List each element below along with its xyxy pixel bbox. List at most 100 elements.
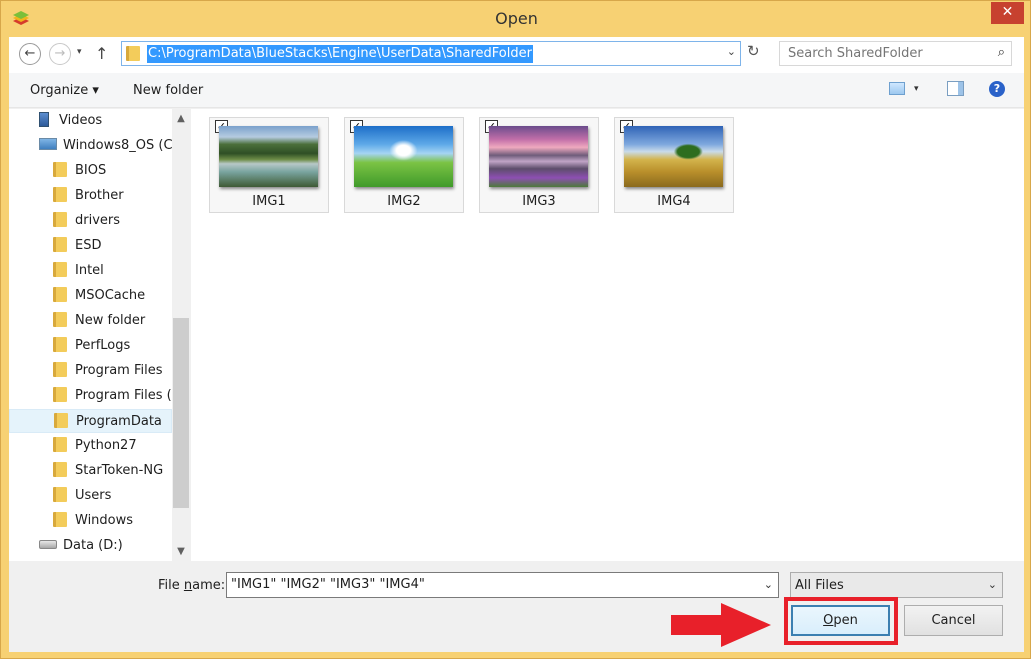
image-thumbnail [624, 126, 723, 187]
file-name: IMG3 [522, 194, 556, 209]
file-tile-img1[interactable]: ✓ IMG1 [209, 117, 329, 213]
folder-icon [53, 237, 67, 252]
tree-item-label: Users [75, 488, 112, 503]
drive-icon [39, 138, 57, 150]
image-thumbnail [219, 126, 318, 187]
tree-item[interactable]: StarToken-NG [9, 459, 172, 483]
help-icon[interactable]: ? [989, 81, 1005, 97]
tree-item[interactable]: BIOS [9, 159, 172, 183]
change-view-icon[interactable] [889, 82, 905, 95]
file-tile-img2[interactable]: ✓ IMG2 [344, 117, 464, 213]
tree-item-label: ProgramData [76, 414, 162, 429]
file-tile-img4[interactable]: ✓ IMG4 [614, 117, 734, 213]
nav-scrollbar[interactable]: ▲ ▼ [172, 109, 190, 561]
dialog-client: ← → ▾ ↑ C:\ProgramData\BlueStacks\Engine… [9, 37, 1024, 652]
tree-item[interactable]: MSOCache [9, 284, 172, 308]
up-button[interactable]: ↑ [95, 44, 108, 63]
tree-item-label: MSOCache [75, 288, 146, 303]
file-tile-img3[interactable]: ✓ IMG3 [479, 117, 599, 213]
tree-item[interactable]: Brother [9, 184, 172, 208]
tree-item-label: Videos [59, 113, 103, 128]
chevron-down-icon[interactable]: ⌄ [764, 578, 773, 591]
navigation-pane: Videos Windows8_OS (C BIOS Brother drivers ES… [9, 109, 190, 561]
tree-item[interactable]: PerfLogs [9, 334, 172, 358]
tree-item[interactable]: Python27 [9, 434, 172, 458]
file-type-select[interactable]: All Files ⌄ [790, 572, 1003, 598]
file-name-label: File name: [158, 578, 226, 593]
cancel-button[interactable]: Cancel [904, 605, 1003, 636]
recent-locations-dropdown[interactable]: ▾ [77, 47, 82, 57]
folder-icon [53, 487, 67, 502]
folder-icon [126, 46, 140, 61]
tree-item[interactable]: ProgramData [9, 409, 172, 433]
folder-icon [53, 362, 67, 377]
file-name: IMG4 [657, 194, 691, 209]
up-arrow-icon: ↑ [95, 44, 109, 63]
tree-item-label: StarToken-NG [75, 463, 164, 478]
address-bar[interactable]: C:\ProgramData\BlueStacks\Engine\UserDat… [121, 41, 741, 66]
folder-icon [53, 162, 67, 177]
new-folder-button[interactable]: New folder [133, 83, 203, 98]
chevron-down-icon[interactable]: ⌄ [727, 45, 736, 58]
file-list: ✓ IMG1 ✓ IMG2 ✓ IMG3 ✓ IMG4 [191, 109, 1024, 561]
tree-item-label: PerfLogs [75, 338, 131, 353]
folder-icon [53, 212, 67, 227]
tree-item-label: Python27 [75, 438, 137, 453]
tree-item-label: Windows [75, 513, 134, 528]
file-name-combobox[interactable]: ⌄ [226, 572, 779, 598]
address-path[interactable]: C:\ProgramData\BlueStacks\Engine\UserDat… [147, 45, 533, 63]
image-thumbnail [489, 126, 588, 187]
tree-item[interactable]: Program Files (x [9, 384, 179, 408]
file-name: IMG1 [252, 194, 286, 209]
tree-item-label: BIOS [75, 163, 107, 178]
scroll-down-icon[interactable]: ▼ [172, 546, 190, 557]
tree-item[interactable]: Program Files [9, 359, 172, 383]
dialog-title: Open [495, 9, 538, 28]
organize-button[interactable]: Organize ▾ [30, 83, 99, 98]
open-button[interactable]: Open [791, 605, 890, 636]
tree-item[interactable]: Windows [9, 509, 172, 533]
back-button[interactable]: ← [19, 43, 41, 65]
tree-item[interactable]: drivers [9, 209, 172, 233]
preview-pane-icon[interactable] [947, 81, 964, 96]
folder-icon [53, 387, 67, 402]
tree-item[interactable]: Intel [9, 259, 172, 283]
folder-icon [54, 413, 68, 428]
tree-item-label: Data (D:) [63, 538, 123, 553]
tree-item[interactable]: New folder [9, 309, 172, 333]
refresh-button[interactable]: ↻ [747, 42, 760, 60]
forward-arrow-icon: → [54, 46, 66, 61]
file-name: IMG2 [387, 194, 421, 209]
scroll-thumb[interactable] [173, 318, 189, 508]
tree-item[interactable]: ESD [9, 234, 172, 258]
tree-item[interactable]: Windows8_OS (C [9, 134, 173, 158]
view-options-dropdown[interactable]: ▾ [914, 84, 919, 94]
folder-icon [53, 312, 67, 327]
address-row: ← → ▾ ↑ C:\ProgramData\BlueStacks\Engine… [9, 37, 1024, 73]
search-icon[interactable]: ⌕ [998, 45, 1005, 60]
command-bar: Organize ▾ New folder ▾ ? [9, 73, 1024, 108]
close-button[interactable]: ✕ [991, 2, 1024, 24]
back-arrow-icon: ← [24, 46, 36, 61]
tree-item-label: New folder [75, 313, 146, 328]
open-dialog: Open ✕ ← → ▾ ↑ C:\ProgramData\BlueStacks… [0, 0, 1031, 659]
tree-item-label: Windows8_OS (C [63, 138, 173, 153]
tree-item-label: drivers [75, 213, 121, 228]
folder-icon [53, 437, 67, 452]
tree-item[interactable]: Users [9, 484, 172, 508]
close-icon: ✕ [1001, 4, 1014, 20]
refresh-icon: ↻ [747, 42, 760, 60]
tree-item[interactable]: Videos [9, 109, 172, 133]
forward-button[interactable]: → [49, 43, 71, 65]
tree-item[interactable]: Data (D:) [9, 534, 172, 558]
file-name-input[interactable] [231, 577, 751, 592]
search-box[interactable]: ⌕ [779, 41, 1012, 66]
tree-item-label: Program Files (x [75, 388, 180, 403]
hdd-icon [39, 540, 57, 549]
folder-icon [53, 262, 67, 277]
folder-icon [53, 462, 67, 477]
search-input[interactable] [788, 46, 978, 61]
video-icon [39, 112, 49, 127]
folder-icon [53, 287, 67, 302]
scroll-up-icon[interactable]: ▲ [172, 113, 190, 124]
